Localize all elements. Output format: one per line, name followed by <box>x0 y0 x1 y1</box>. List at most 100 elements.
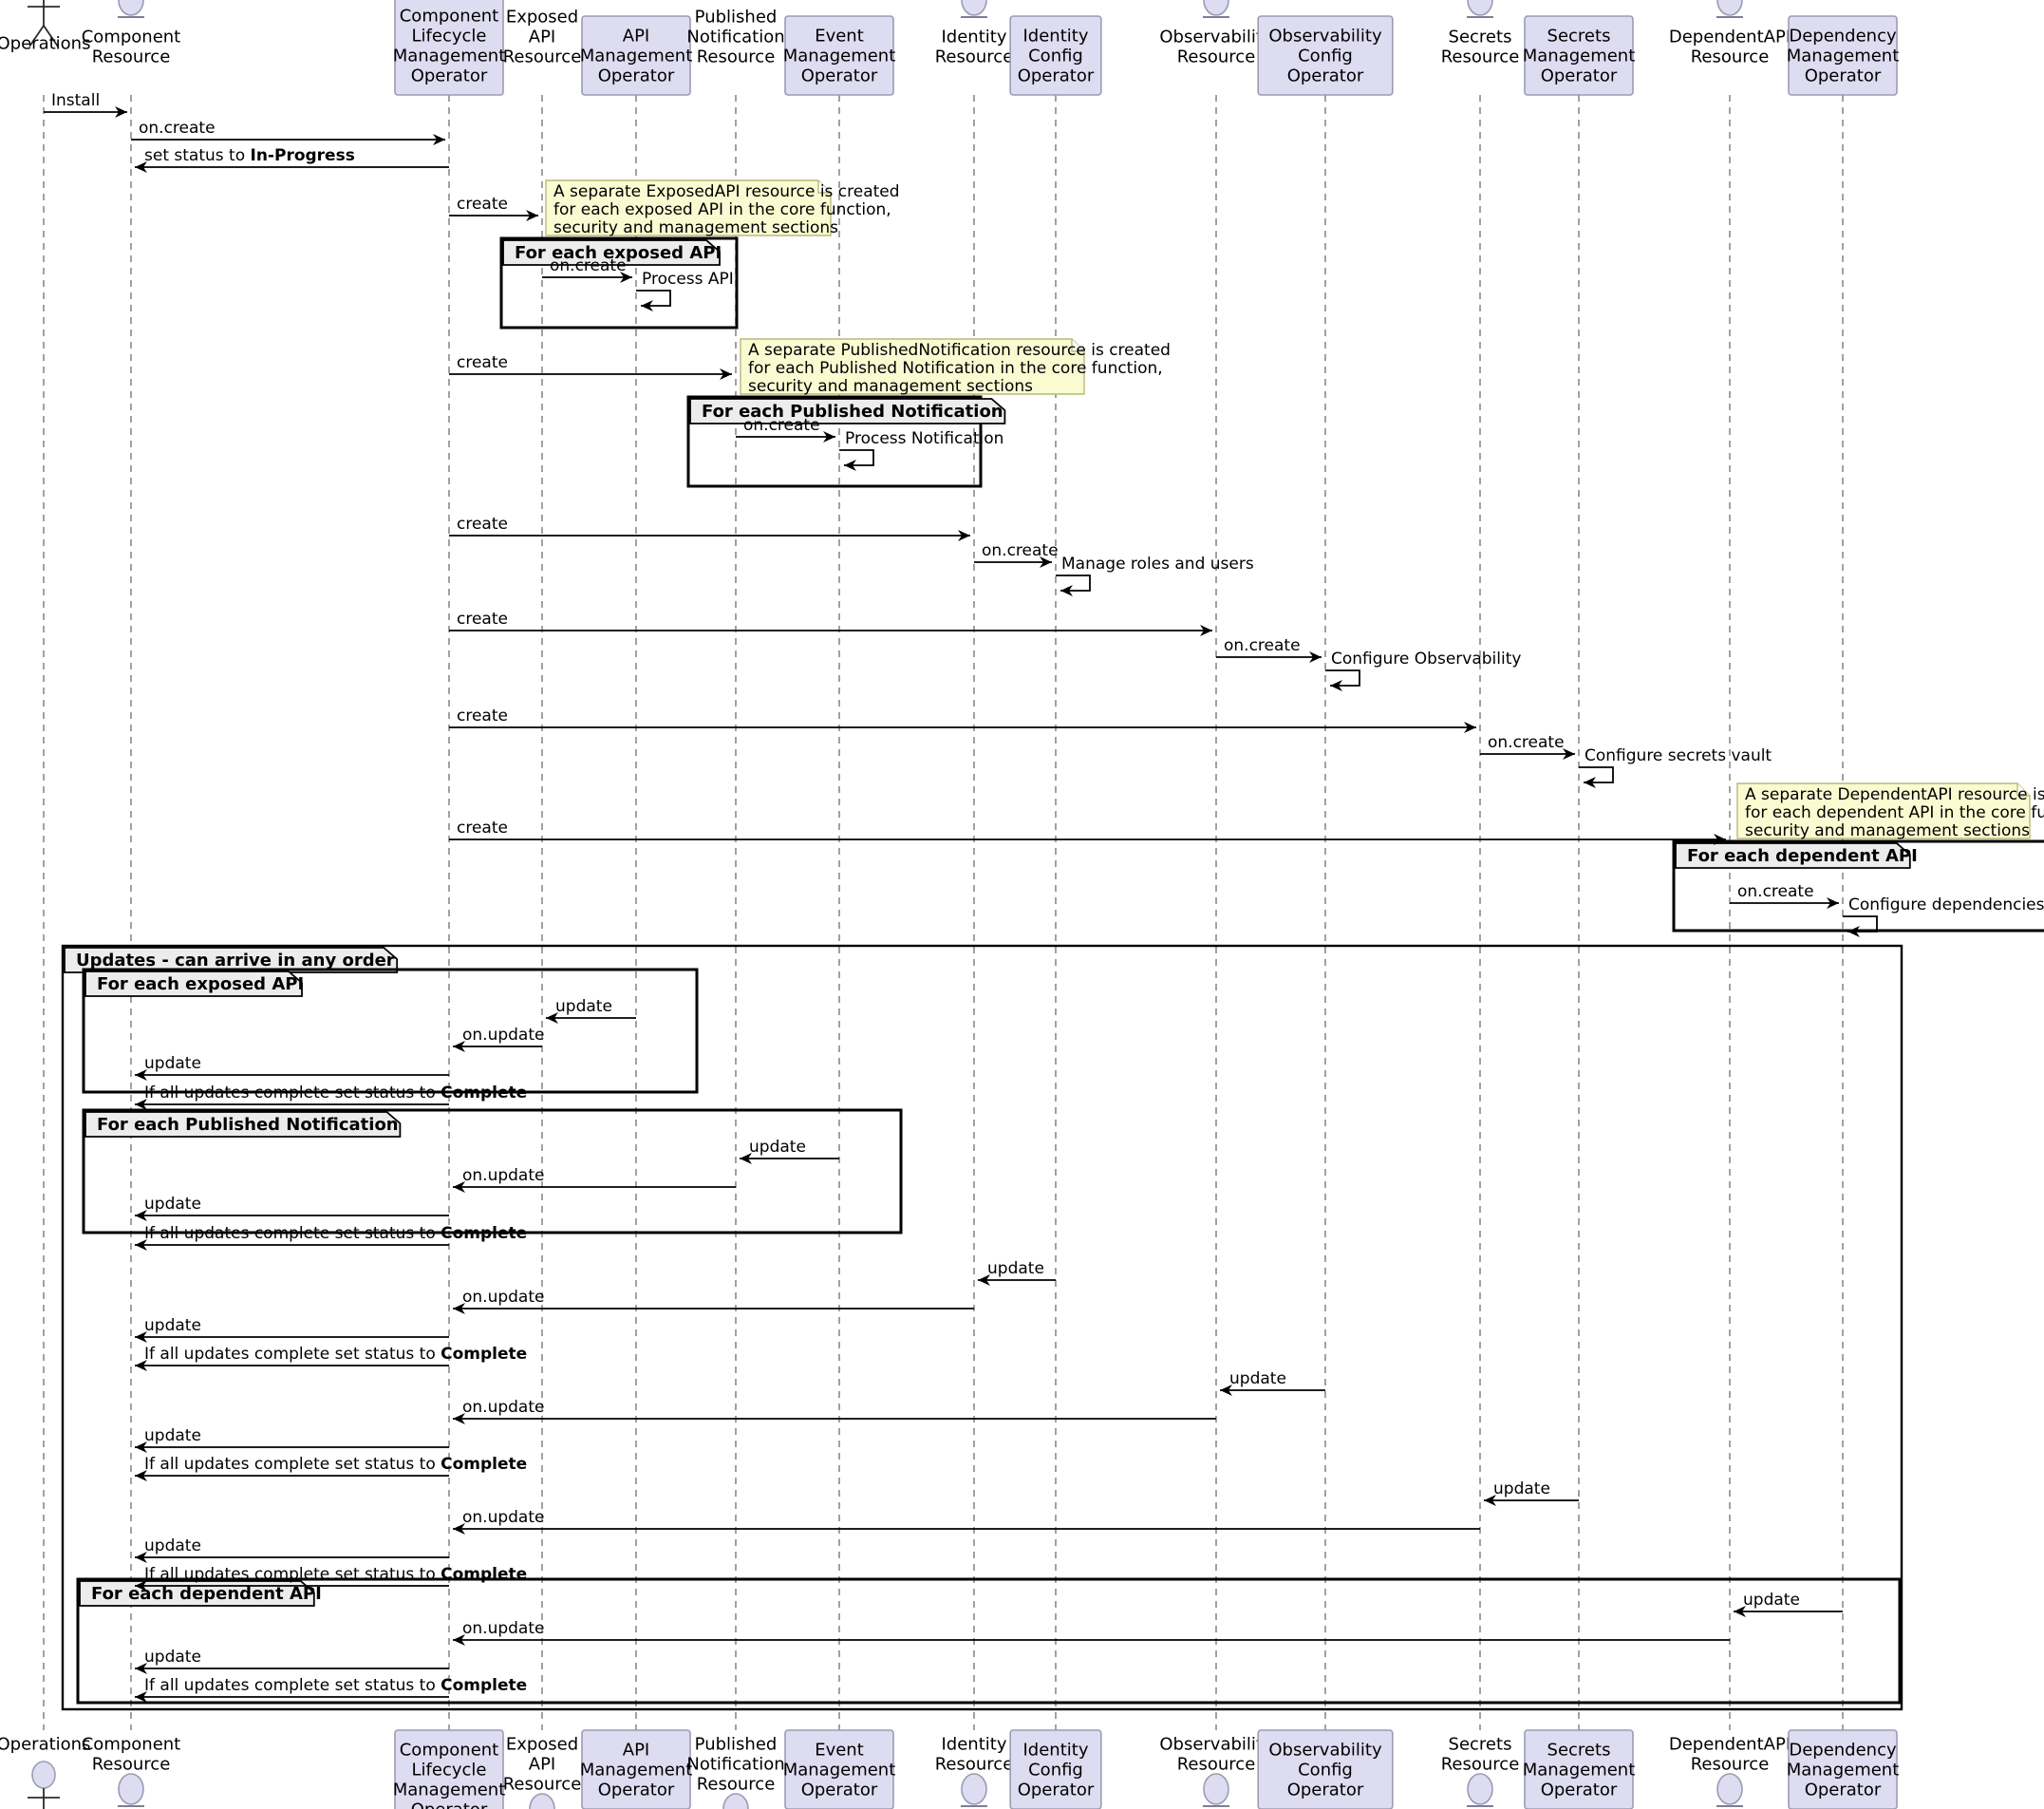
message-m33: If all updates complete set status to Co… <box>135 1345 527 1371</box>
frame-title: For each dependent API <box>91 1584 322 1604</box>
participant-depmgmt-header[interactable]: DependencyManagementOperator <box>1787 15 1900 96</box>
message-label: on.update <box>462 1026 544 1045</box>
participant-exposed-footer[interactable]: ExposedAPIResource <box>503 1735 582 1809</box>
frame-title: Updates - can arrive in any order <box>76 951 395 970</box>
participant-eventmgmt-footer[interactable]: EventManagementOperator <box>783 1729 896 1809</box>
participant-observ-footer[interactable]: ObservabilityResource <box>1159 1735 1273 1807</box>
participant-eventmgmt-header[interactable]: EventManagementOperator <box>783 15 896 96</box>
participant-identitycfg-footer[interactable]: IdentityConfigOperator <box>1009 1729 1102 1809</box>
participant-label: Secrets <box>1449 1735 1512 1755</box>
message-label: Manage roles and users <box>1061 555 1254 574</box>
participant-identity-header[interactable]: IdentityResource <box>935 0 1014 67</box>
participant-secrets-footer[interactable]: SecretsResource <box>1441 1735 1520 1807</box>
note-n1: A separate ExposedAPI resource is create… <box>545 179 900 237</box>
message-label: If all updates complete set status to Co… <box>144 1676 527 1695</box>
participant-secretsmgmt-header[interactable]: SecretsManagementOperator <box>1523 15 1636 96</box>
participant-depapi-header[interactable]: DependentAPIResource <box>1669 0 1791 67</box>
participant-clmo-footer[interactable]: ComponentLifecycleManagementOperator <box>393 1729 506 1809</box>
participant-label: API <box>529 1755 555 1775</box>
participant-label: Management <box>393 47 506 66</box>
participant-label: Observability <box>1159 28 1273 47</box>
frame-f4: Updates - can arrive in any order <box>61 944 1903 1711</box>
message-label: on.create <box>139 119 216 138</box>
note-text-line: security and management sections <box>1745 821 2030 840</box>
participant-label: Operator <box>598 1781 675 1800</box>
message-label: update <box>144 1316 201 1335</box>
participant-comp-header[interactable]: ComponentResource <box>82 0 181 67</box>
participant-observ-header[interactable]: ObservabilityResource <box>1159 0 1273 67</box>
frame-border <box>61 944 1903 1711</box>
message-label: update <box>144 1648 201 1667</box>
participant-publish-header[interactable]: PublishedNotificationResource <box>686 0 784 67</box>
participant-ops-header[interactable]: Operations <box>0 0 90 54</box>
message-m22: update <box>546 997 636 1024</box>
participant-label: Operator <box>1805 66 1882 86</box>
participant-publish-footer[interactable]: PublishedNotificationResource <box>686 1735 785 1809</box>
message-label: on.update <box>462 1166 544 1185</box>
participant-identitycfg-header[interactable]: IdentityConfigOperator <box>1009 15 1102 96</box>
participant-label: Operator <box>411 66 488 86</box>
participant-comp-footer[interactable]: ComponentResource <box>82 1735 181 1807</box>
participant-label: Management <box>783 1761 896 1781</box>
participant-depmgmt-footer[interactable]: DependencyManagementOperator <box>1787 1729 1900 1809</box>
self-message-arrow <box>839 449 874 471</box>
message-label: on.create <box>550 256 627 275</box>
entity-circle-icon <box>961 0 987 16</box>
sequence-diagram-canvas: For each exposed API For each Published N… <box>0 0 2044 1809</box>
self-message-arrow <box>1325 669 1360 691</box>
message-label: update <box>987 1259 1044 1278</box>
frame-title: For each dependent API <box>1687 846 1918 866</box>
message-m28: update <box>135 1195 449 1221</box>
frame-title: For each exposed API <box>97 974 304 994</box>
participant-observcfg-footer[interactable]: ObservabilityConfigOperator <box>1257 1729 1394 1809</box>
message-m31: on.update <box>453 1288 974 1314</box>
frames-layer: For each exposed API For each Published N… <box>61 236 2044 1711</box>
message-m10: create <box>449 515 970 541</box>
participant-label: Component <box>82 1735 181 1755</box>
entity-circle-icon <box>1203 1773 1229 1805</box>
note-n3: A separate DependentAPI resource is crea… <box>1736 782 2044 840</box>
participant-label: Lifecycle <box>412 1761 487 1781</box>
entity-circle-icon <box>118 1773 144 1805</box>
participant-label: Operator <box>1805 1781 1882 1800</box>
participant-label: Management <box>1787 47 1900 66</box>
entity-circle-icon <box>529 1793 555 1809</box>
note-text-line: A separate DependentAPI resource is crea… <box>1745 785 2044 804</box>
participant-label: Identity <box>942 28 1007 47</box>
message-label: on.create <box>1224 636 1301 655</box>
participant-label: Resource <box>92 47 171 67</box>
message-m18: Configure secrets vault <box>1579 746 1772 788</box>
participant-identity-footer[interactable]: IdentityResource <box>935 1735 1014 1807</box>
message-label: update <box>749 1138 806 1157</box>
participant-label: Operator <box>411 1800 488 1809</box>
message-label: update <box>144 1195 201 1214</box>
participant-label: Resource <box>1441 1755 1520 1775</box>
participant-label: Management <box>580 47 693 66</box>
message-m34: update <box>1220 1369 1325 1396</box>
participant-depapi-footer[interactable]: DependentAPIResource <box>1669 1735 1791 1807</box>
message-m15: Configure Observability <box>1325 650 1521 691</box>
participant-ops-footer[interactable]: Operations <box>0 1735 90 1809</box>
participant-label: Resource <box>1441 47 1520 67</box>
participant-apimgmt-footer[interactable]: APIManagementOperator <box>580 1729 693 1809</box>
participant-apimgmt-header[interactable]: APIManagementOperator <box>580 15 693 96</box>
participant-label: Resource <box>935 47 1014 67</box>
message-label: update <box>1743 1591 1800 1610</box>
note-text-line: for each dependent API in the core funct… <box>1745 803 2044 822</box>
participant-observcfg-header[interactable]: ObservabilityConfigOperator <box>1257 15 1394 96</box>
participant-label: Resource <box>1177 47 1256 67</box>
participant-clmo-header[interactable]: ComponentLifecycleManagementOperator <box>393 0 506 96</box>
participant-secrets-header[interactable]: SecretsResource <box>1441 0 1520 67</box>
participant-exposed-header[interactable]: ExposedAPIResource <box>503 0 582 67</box>
message-label-bold: Complete <box>441 1676 527 1695</box>
message-label: If all updates complete set status to Co… <box>144 1565 527 1584</box>
participant-secretsmgmt-footer[interactable]: SecretsManagementOperator <box>1523 1729 1636 1809</box>
message-label-bold: Complete <box>441 1565 527 1584</box>
message-m1: Install <box>44 91 127 118</box>
participant-label: Component <box>82 28 181 47</box>
message-label: update <box>144 1426 201 1445</box>
participant-label: Event <box>815 27 864 47</box>
message-label: Configure dependencies <box>1848 895 2044 914</box>
message-m20: on.create <box>1730 882 1839 909</box>
participant-label: Exposed <box>506 1735 578 1755</box>
